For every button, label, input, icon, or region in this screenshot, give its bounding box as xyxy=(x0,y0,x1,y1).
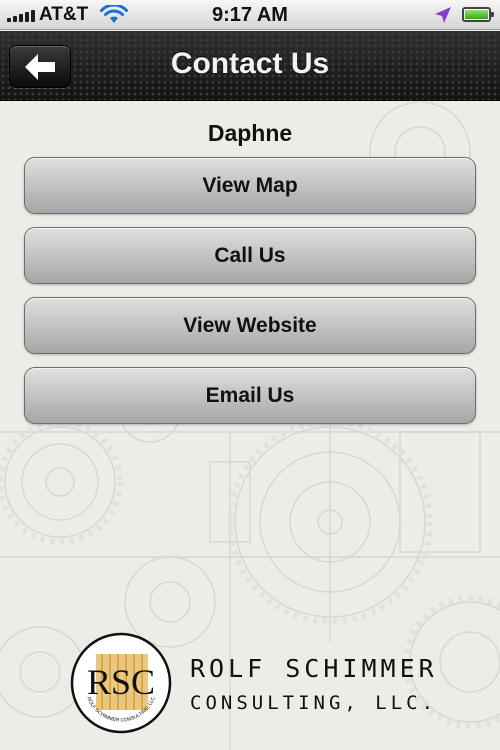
content-area: Daphne View Map Call Us View Website Ema… xyxy=(0,102,500,750)
status-time: 9:17 AM xyxy=(212,4,288,26)
page-title: Contact Us xyxy=(170,47,330,80)
navigation-bar: Contact Us xyxy=(0,31,500,101)
status-bar: AT&T 9:17 AM xyxy=(0,0,500,30)
email-us-button[interactable]: Email Us xyxy=(24,367,476,424)
company-name: ROLF SCHIMMER xyxy=(190,654,438,683)
logo-initials: RSC xyxy=(87,662,155,702)
company-logo-seal: RSC ROLF SCHIMMER CONSULTING, LLC xyxy=(70,632,172,734)
battery-icon xyxy=(462,7,494,22)
view-map-button[interactable]: View Map xyxy=(24,157,476,214)
location-arrow-icon xyxy=(435,7,451,23)
location-name: Daphne xyxy=(207,120,293,146)
call-us-button[interactable]: Call Us xyxy=(24,227,476,284)
company-suffix: CONSULTING, LLC. xyxy=(190,692,438,714)
view-website-button[interactable]: View Website xyxy=(24,297,476,354)
battery-level xyxy=(465,10,488,19)
